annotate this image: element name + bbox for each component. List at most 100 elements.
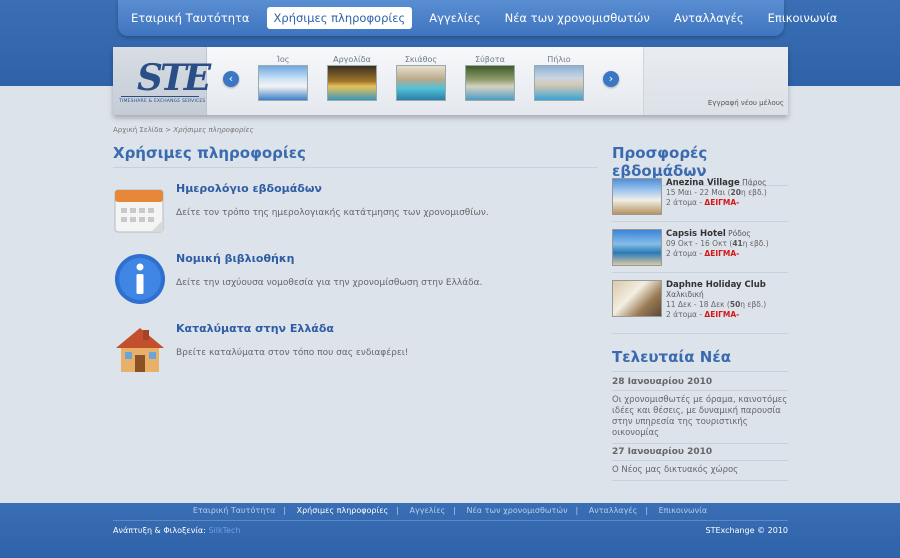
footer-link-exchanges[interactable]: Ανταλλαγές bbox=[581, 506, 646, 515]
nav-item-ads[interactable]: Αγγελίες bbox=[422, 7, 487, 29]
offer-dates: 11 Δεκ - 18 Δεκ ( bbox=[666, 300, 730, 309]
info-icon bbox=[115, 254, 165, 304]
offer-weeks: 50 bbox=[729, 300, 741, 309]
register-link[interactable]: Εγγραφή νέου μέλους bbox=[708, 99, 784, 107]
offer-item[interactable]: Anezina Village Πάρος 15 Μαι - 22 Μαι (2… bbox=[612, 172, 788, 222]
offer-persons: 2 άτομα - bbox=[666, 310, 705, 319]
banner-side-panel: Εγγραφή νέου μέλους bbox=[643, 47, 788, 115]
info-item-title[interactable]: Καταλύματα στην Ελλάδα bbox=[176, 322, 334, 335]
destination-photo bbox=[327, 65, 377, 101]
destination-label: Πήλιο bbox=[547, 55, 571, 64]
offer-photo bbox=[612, 280, 662, 317]
news-item[interactable]: 28 Ιανουαρίου 2010 Οι χρονομισθωτές με ό… bbox=[612, 374, 788, 444]
footer-copyright: STExchange © 2010 bbox=[705, 526, 789, 535]
info-item: Νομική βιβλιοθήκη Δείτε την ισχύουσα νομ… bbox=[113, 252, 598, 312]
offer-dates: 15 Μαι - 22 Μαι ( bbox=[666, 188, 731, 197]
offer-weeks-suffix: η εβδ.) bbox=[742, 239, 769, 248]
destination-label: Αργολίδα bbox=[333, 55, 371, 64]
offer-name[interactable]: Anezina Village bbox=[666, 178, 740, 188]
offer-persons: 2 άτομα - bbox=[666, 198, 705, 207]
offer-price: ΔΕΙΓΜΑ- bbox=[704, 249, 740, 258]
offer-item[interactable]: Daphne Holiday Club Χαλκιδική 11 Δεκ - 1… bbox=[612, 274, 788, 334]
offer-location: Πάρος bbox=[742, 178, 767, 187]
breadcrumb: Αρχική Σελίδα > Χρήσιμες πληροφορίες bbox=[113, 126, 254, 134]
news-item[interactable]: 27 Ιανουαρίου 2010 Ο Νέος μας δικτυακός … bbox=[612, 444, 788, 481]
nav-item-useful-info[interactable]: Χρήσιμες πληροφορίες bbox=[266, 7, 413, 29]
info-item: Καταλύματα στην Ελλάδα Βρείτε καταλύματα… bbox=[113, 322, 598, 382]
footer-divider bbox=[113, 520, 788, 521]
offer-location: Ρόδος bbox=[728, 229, 751, 238]
news-date: 27 Ιανουαρίου 2010 bbox=[612, 444, 788, 461]
destination-thumb[interactable]: Σκιάθος bbox=[395, 55, 447, 101]
offer-price: ΔΕΙΓΜΑ- bbox=[704, 310, 740, 319]
offer-photo bbox=[612, 229, 662, 266]
footer: Εταιρική Ταυτότητα | Χρήσιμες πληροφορίες… bbox=[0, 503, 900, 558]
info-item: Ημερολόγιο εβδομάδων Δείτε τον τρόπο της… bbox=[113, 182, 598, 242]
footer-link-news[interactable]: Νέα των χρονομισθωτών bbox=[458, 506, 575, 515]
nav-item-exchanges[interactable]: Ανταλλαγές bbox=[667, 7, 751, 29]
nav-item-contact[interactable]: Επικοινωνία bbox=[761, 7, 845, 29]
news-title: Τελευταία Νέα bbox=[612, 348, 788, 372]
nav-item-news[interactable]: Νέα των χρονομισθωτών bbox=[498, 7, 657, 29]
destination-thumb[interactable]: Ίος bbox=[257, 55, 309, 101]
logo-subtitle: TIMESHARE & EXCHANGE SERVICES bbox=[119, 99, 206, 104]
logo[interactable]: STE TIMESHARE & EXCHANGE SERVICES bbox=[113, 47, 211, 115]
footer-separator: | bbox=[283, 506, 287, 515]
info-item-description: Βρείτε καταλύματα στον τόπο που σας ενδι… bbox=[176, 348, 409, 358]
offer-persons: 2 άτομα - bbox=[666, 249, 705, 258]
offer-name[interactable]: Capsis Hotel bbox=[666, 229, 726, 239]
footer-separator: | bbox=[453, 506, 456, 515]
breadcrumb-home[interactable]: Αρχική Σελίδα bbox=[113, 126, 163, 134]
footer-link-useful-info[interactable]: Χρήσιμες πληροφορίες bbox=[289, 506, 397, 515]
breadcrumb-current: Χρήσιμες πληροφορίες bbox=[173, 126, 254, 134]
main-nav: Εταιρική Ταυτότητα Χρήσιμες πληροφορίες … bbox=[118, 0, 837, 36]
info-item-description: Δείτε την ισχύουσα νομοθεσία για την χρο… bbox=[176, 278, 483, 288]
calendar-icon bbox=[114, 189, 164, 233]
footer-separator: | bbox=[396, 506, 399, 515]
destination-photo bbox=[465, 65, 515, 101]
destination-photo bbox=[534, 65, 584, 101]
footer-link-contact[interactable]: Επικοινωνία bbox=[651, 506, 716, 515]
news-text[interactable]: Ο Νέος μας δικτυακός χώρος bbox=[612, 465, 788, 476]
info-item-description: Δείτε τον τρόπο της ημερολογιακής κατάτμ… bbox=[176, 208, 489, 218]
footer-separator: | bbox=[645, 506, 649, 515]
destination-thumb[interactable]: Σύβοτα bbox=[464, 55, 516, 101]
breadcrumb-separator: > bbox=[165, 126, 172, 134]
nav-item-company[interactable]: Εταιρική Ταυτότητα bbox=[124, 7, 257, 29]
destination-thumb[interactable]: Αργολίδα bbox=[326, 55, 378, 101]
offer-item[interactable]: Capsis Hotel Ρόδος 09 Οκτ - 16 Οκτ (41η … bbox=[612, 223, 788, 273]
destination-photo bbox=[396, 65, 446, 101]
news-date: 28 Ιανουαρίου 2010 bbox=[612, 374, 788, 391]
offer-weeks: 41 bbox=[732, 239, 743, 248]
destination-thumb[interactable]: Πήλιο bbox=[533, 55, 585, 101]
house-icon bbox=[116, 328, 164, 372]
footer-nav: Εταιρική Ταυτότητα | Χρήσιμες πληροφορίες… bbox=[0, 506, 900, 515]
offer-weeks-suffix: η εβδ.) bbox=[740, 188, 767, 197]
logo-letters: STE bbox=[137, 57, 211, 99]
page-title: Χρήσιμες πληροφορίες bbox=[113, 144, 598, 168]
info-item-title[interactable]: Νομική βιβλιοθήκη bbox=[176, 252, 295, 265]
news-text[interactable]: Οι χρονομισθωτές με όραμα, καινοτόμες ιδ… bbox=[612, 395, 788, 439]
destination-photo bbox=[258, 65, 308, 101]
carousel-next-button[interactable]: › bbox=[603, 71, 619, 87]
offer-weeks-suffix: η εβδ.) bbox=[740, 300, 767, 309]
destination-label: Σκιάθος bbox=[404, 55, 438, 64]
offer-location: Χαλκιδική bbox=[666, 290, 704, 299]
footer-separator: | bbox=[575, 506, 579, 515]
footer-credits: Ανάπτυξη & Φιλοξενία: SilkTech bbox=[113, 526, 241, 535]
footer-dev-label: Ανάπτυξη & Φιλοξενία: bbox=[113, 526, 209, 535]
offer-dates: 09 Οκτ - 16 Οκτ ( bbox=[666, 239, 733, 248]
chevron-left-icon: ‹ bbox=[228, 72, 234, 85]
info-item-title[interactable]: Ημερολόγιο εβδομάδων bbox=[176, 182, 322, 195]
carousel-prev-button[interactable]: ‹ bbox=[223, 71, 239, 87]
destination-label: Σύβοτα bbox=[475, 55, 505, 64]
footer-link-ads[interactable]: Αγγελίες bbox=[402, 506, 454, 515]
chevron-right-icon: › bbox=[608, 72, 614, 85]
offer-weeks: 20 bbox=[730, 188, 741, 197]
footer-dev-link[interactable]: SilkTech bbox=[208, 526, 240, 535]
offer-price: ΔΕΙΓΜΑ- bbox=[704, 198, 740, 207]
offer-photo bbox=[612, 178, 662, 215]
footer-link-company[interactable]: Εταιρική Ταυτότητα bbox=[185, 506, 283, 515]
offer-name[interactable]: Daphne Holiday Club bbox=[666, 280, 766, 290]
banner: STE TIMESHARE & EXCHANGE SERVICES ‹ Ίος … bbox=[113, 47, 788, 115]
